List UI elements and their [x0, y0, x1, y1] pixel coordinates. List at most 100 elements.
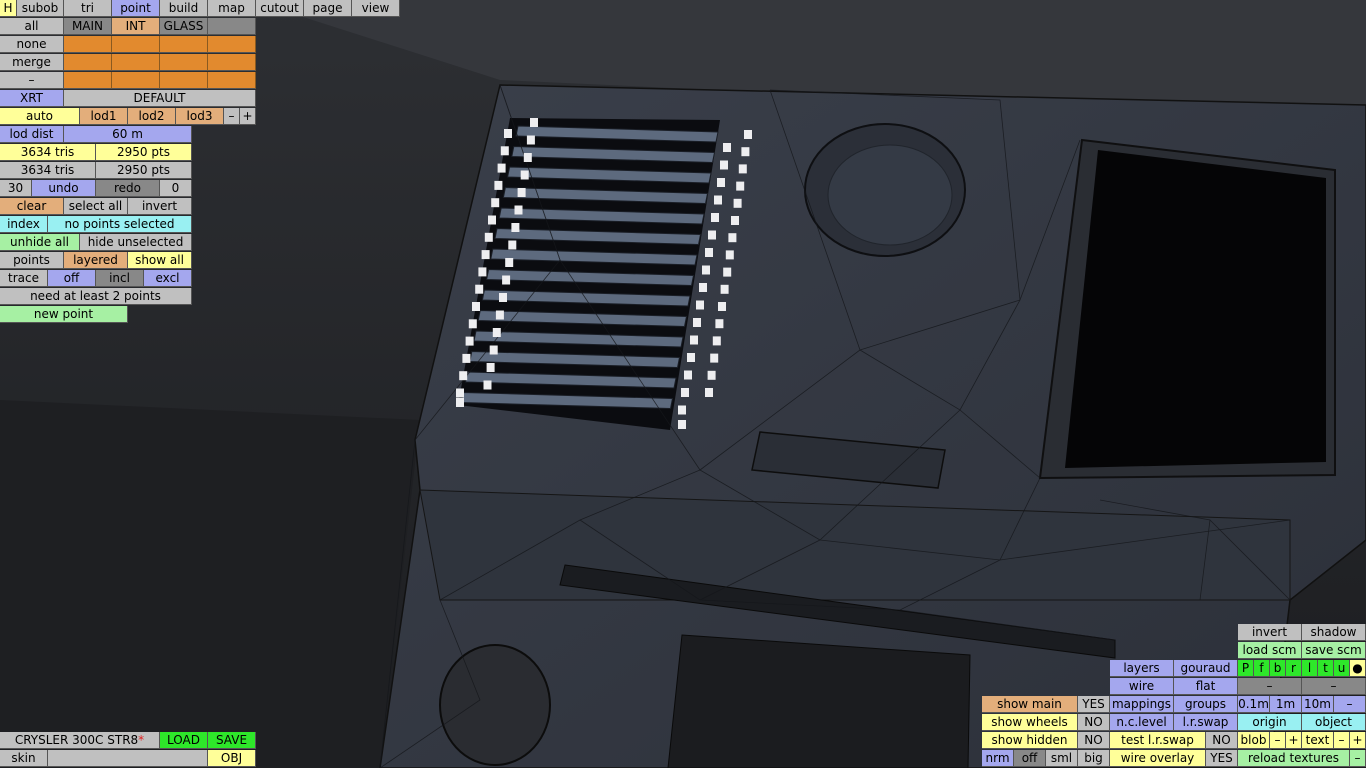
step-minus-button[interactable]: – [1334, 696, 1366, 713]
tab-map[interactable]: map [208, 0, 256, 17]
vertex-point[interactable] [478, 267, 487, 277]
layered-button[interactable]: layered [64, 252, 128, 269]
vertex-point[interactable] [733, 198, 742, 208]
text-plus-button[interactable]: + [1350, 732, 1366, 749]
test-lr-swap-label[interactable]: test l.r.swap [1110, 732, 1206, 749]
vertex-point[interactable] [459, 371, 468, 381]
reload-minus-button[interactable]: – [1350, 750, 1366, 767]
vertex-point[interactable] [530, 118, 538, 127]
group-slot[interactable] [112, 36, 160, 53]
flag-p-toggle[interactable]: P [1238, 660, 1254, 677]
tab-cutout[interactable]: cutout [256, 0, 304, 17]
tab-page[interactable]: page [304, 0, 352, 17]
group-slot[interactable] [208, 72, 256, 89]
redo-button[interactable]: redo [96, 180, 160, 197]
tab-view[interactable]: view [352, 0, 400, 17]
mappings-button[interactable]: mappings [1110, 696, 1174, 713]
vertex-point[interactable] [717, 178, 725, 187]
save-scm-button[interactable]: save scm [1302, 642, 1366, 659]
vertex-point[interactable] [699, 283, 707, 292]
vertex-point[interactable] [499, 293, 507, 302]
lod-plus-button[interactable]: + [240, 108, 256, 125]
group-slot[interactable] [160, 72, 208, 89]
vertex-point[interactable] [526, 135, 535, 145]
vertex-point[interactable] [489, 345, 498, 355]
nrm-button[interactable]: nrm [982, 750, 1014, 767]
blob-minus-button[interactable]: – [1270, 732, 1286, 749]
trace-off-button[interactable]: off [48, 270, 96, 287]
invert-selection-button[interactable]: invert [128, 198, 192, 215]
group-slot[interactable] [112, 72, 160, 89]
vertex-point[interactable] [711, 213, 719, 222]
lod2-button[interactable]: lod2 [128, 108, 176, 125]
group-slot[interactable] [112, 54, 160, 71]
vertex-point[interactable] [523, 153, 532, 162]
new-point-button[interactable]: new point [0, 306, 128, 323]
flag-r-toggle[interactable]: r [1286, 660, 1302, 677]
save-button[interactable]: SAVE [208, 732, 256, 749]
hide-unselected-button[interactable]: hide unselected [80, 234, 192, 251]
flag-t-toggle[interactable]: t [1318, 660, 1334, 677]
vertex-point[interactable] [468, 319, 477, 329]
show-main-value[interactable]: YES [1078, 696, 1110, 713]
points-button[interactable]: points [0, 252, 64, 269]
vertex-point[interactable] [514, 205, 523, 215]
none-button[interactable]: none [0, 36, 64, 53]
vertex-point[interactable] [486, 363, 495, 372]
blob-plus-button[interactable]: + [1286, 732, 1302, 749]
vertex-point[interactable] [723, 267, 732, 277]
step-0-1m-button[interactable]: 0.1m [1238, 696, 1270, 713]
tab-build[interactable]: build [160, 0, 208, 17]
show-hidden-label[interactable]: show hidden [982, 732, 1078, 749]
vertex-point[interactable] [678, 420, 686, 429]
vertex-point[interactable] [736, 181, 745, 191]
vertex-point[interactable] [718, 302, 726, 311]
load-button[interactable]: LOAD [160, 732, 208, 749]
vertex-point[interactable] [705, 388, 713, 397]
vertex-point[interactable] [508, 240, 517, 250]
show-wheels-value[interactable]: NO [1078, 714, 1110, 731]
flag-f-toggle[interactable]: f [1254, 660, 1270, 677]
nc-level-button[interactable]: n.c.level [1110, 714, 1174, 731]
vertex-point[interactable] [475, 284, 484, 294]
vertex-point[interactable] [708, 230, 716, 240]
dash-button-2[interactable]: – [1302, 678, 1366, 695]
unhide-all-button[interactable]: unhide all [0, 234, 80, 251]
vertex-point[interactable] [728, 233, 737, 243]
vertex-point[interactable] [723, 143, 731, 152]
dash-button[interactable]: – [0, 72, 64, 89]
merge-button[interactable]: merge [0, 54, 64, 71]
index-button[interactable]: index [0, 216, 48, 233]
invert-view-button[interactable]: invert [1238, 624, 1302, 641]
all-button[interactable]: all [0, 18, 64, 35]
off-button[interactable]: off [1014, 750, 1046, 767]
gouraud-button[interactable]: gouraud [1174, 660, 1238, 677]
flag-dot-toggle[interactable]: ● [1350, 660, 1366, 677]
vertex-point[interactable] [710, 353, 719, 363]
vertex-point[interactable] [707, 370, 716, 380]
vertex-point[interactable] [693, 318, 701, 327]
vertex-point[interactable] [517, 188, 526, 197]
vertex-point[interactable] [484, 232, 493, 242]
vertex-point[interactable] [681, 388, 689, 397]
vertex-point[interactable] [488, 215, 496, 225]
vertex-point[interactable] [725, 250, 734, 260]
group-slot[interactable] [208, 36, 256, 53]
vertex-point[interactable] [687, 353, 695, 362]
vertex-point[interactable] [494, 180, 503, 190]
obj-button[interactable]: OBJ [208, 750, 256, 767]
trace-excl-button[interactable]: excl [144, 270, 192, 287]
lod3-button[interactable]: lod3 [176, 108, 224, 125]
vertex-point[interactable] [511, 223, 520, 232]
load-scm-button[interactable]: load scm [1238, 642, 1302, 659]
flag-b-toggle[interactable]: b [1270, 660, 1286, 677]
vertex-point[interactable] [483, 380, 492, 390]
show-main-label[interactable]: show main [982, 696, 1078, 713]
test-lr-swap-value[interactable]: NO [1206, 732, 1238, 749]
vertex-point[interactable] [731, 216, 739, 225]
tab-point[interactable]: point [112, 0, 160, 17]
vertex-point[interactable] [712, 336, 721, 346]
vertex-point[interactable] [495, 310, 504, 320]
vertex-point[interactable] [491, 198, 500, 208]
empty-group-button[interactable] [208, 18, 256, 35]
